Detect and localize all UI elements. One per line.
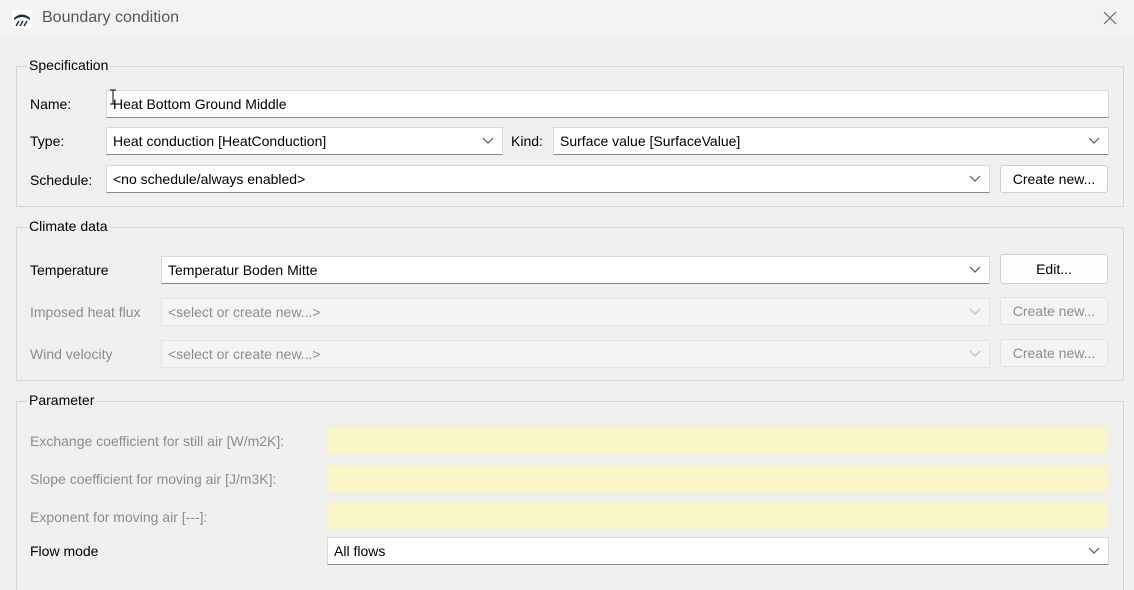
- temperature-label: Temperature: [30, 262, 109, 278]
- schedule-select-value: <no schedule/always enabled>: [113, 171, 306, 187]
- type-select-value: Heat conduction [HeatConduction]: [113, 133, 327, 149]
- chevron-down-icon: [1088, 547, 1100, 555]
- specification-legend: Specification: [27, 57, 111, 73]
- exponent-input[interactable]: [327, 502, 1109, 530]
- still-air-label: Exchange coefficient for still air [W/m2…: [30, 433, 285, 449]
- heat-flux-select-value: <select or create new...>: [168, 304, 321, 320]
- kind-select-value: Surface value [SurfaceValue]: [560, 133, 741, 149]
- name-label: Name:: [30, 96, 72, 112]
- flow-mode-select-value: All flows: [334, 543, 386, 559]
- chevron-down-icon: [969, 175, 981, 183]
- chevron-down-icon: [969, 350, 981, 358]
- heat-flux-create-new-button[interactable]: Create new...: [1000, 297, 1108, 325]
- moving-air-label: Slope coefficient for moving air [J/m3K]…: [30, 471, 277, 487]
- wind-velocity-create-new-button[interactable]: Create new...: [1000, 339, 1108, 367]
- kind-select[interactable]: Surface value [SurfaceValue]: [553, 127, 1109, 155]
- still-air-input[interactable]: [327, 427, 1109, 455]
- schedule-label: Schedule:: [30, 172, 93, 188]
- flow-mode-select[interactable]: All flows: [327, 537, 1109, 565]
- close-icon: [1103, 11, 1117, 25]
- temperature-edit-button[interactable]: Edit...: [1000, 254, 1108, 284]
- climate-data-legend: Climate data: [27, 218, 110, 234]
- temperature-select-value: Temperatur Boden Mitte: [168, 262, 318, 278]
- text-cursor-icon: [110, 89, 116, 105]
- chevron-down-icon: [969, 308, 981, 316]
- wind-velocity-select[interactable]: <select or create new...>: [161, 340, 990, 368]
- chevron-down-icon: [1088, 137, 1100, 145]
- schedule-create-new-button[interactable]: Create new...: [1000, 165, 1108, 193]
- kind-label: Kind:: [511, 133, 543, 149]
- type-label: Type:: [30, 133, 65, 149]
- type-select[interactable]: Heat conduction [HeatConduction]: [106, 127, 503, 155]
- moving-air-input[interactable]: [327, 465, 1109, 493]
- exponent-label: Exponent for moving air [---]:: [30, 509, 208, 525]
- flow-mode-label: Flow mode: [30, 543, 99, 559]
- close-button[interactable]: [1096, 5, 1124, 31]
- heat-flux-label: Imposed heat flux: [30, 304, 141, 320]
- name-input[interactable]: Heat Bottom Ground Middle: [106, 90, 1109, 118]
- water-surface-icon: [12, 10, 32, 28]
- heat-flux-select[interactable]: <select or create new...>: [161, 298, 990, 326]
- schedule-select[interactable]: <no schedule/always enabled>: [106, 165, 990, 193]
- window-title: Boundary condition: [42, 9, 179, 26]
- title-bar: Boundary condition: [0, 0, 1134, 38]
- parameter-legend: Parameter: [27, 392, 97, 408]
- wind-velocity-label: Wind velocity: [30, 346, 113, 362]
- chevron-down-icon: [969, 266, 981, 274]
- wind-velocity-select-value: <select or create new...>: [168, 346, 321, 362]
- chevron-down-icon: [482, 137, 494, 145]
- temperature-select[interactable]: Temperatur Boden Mitte: [161, 256, 990, 284]
